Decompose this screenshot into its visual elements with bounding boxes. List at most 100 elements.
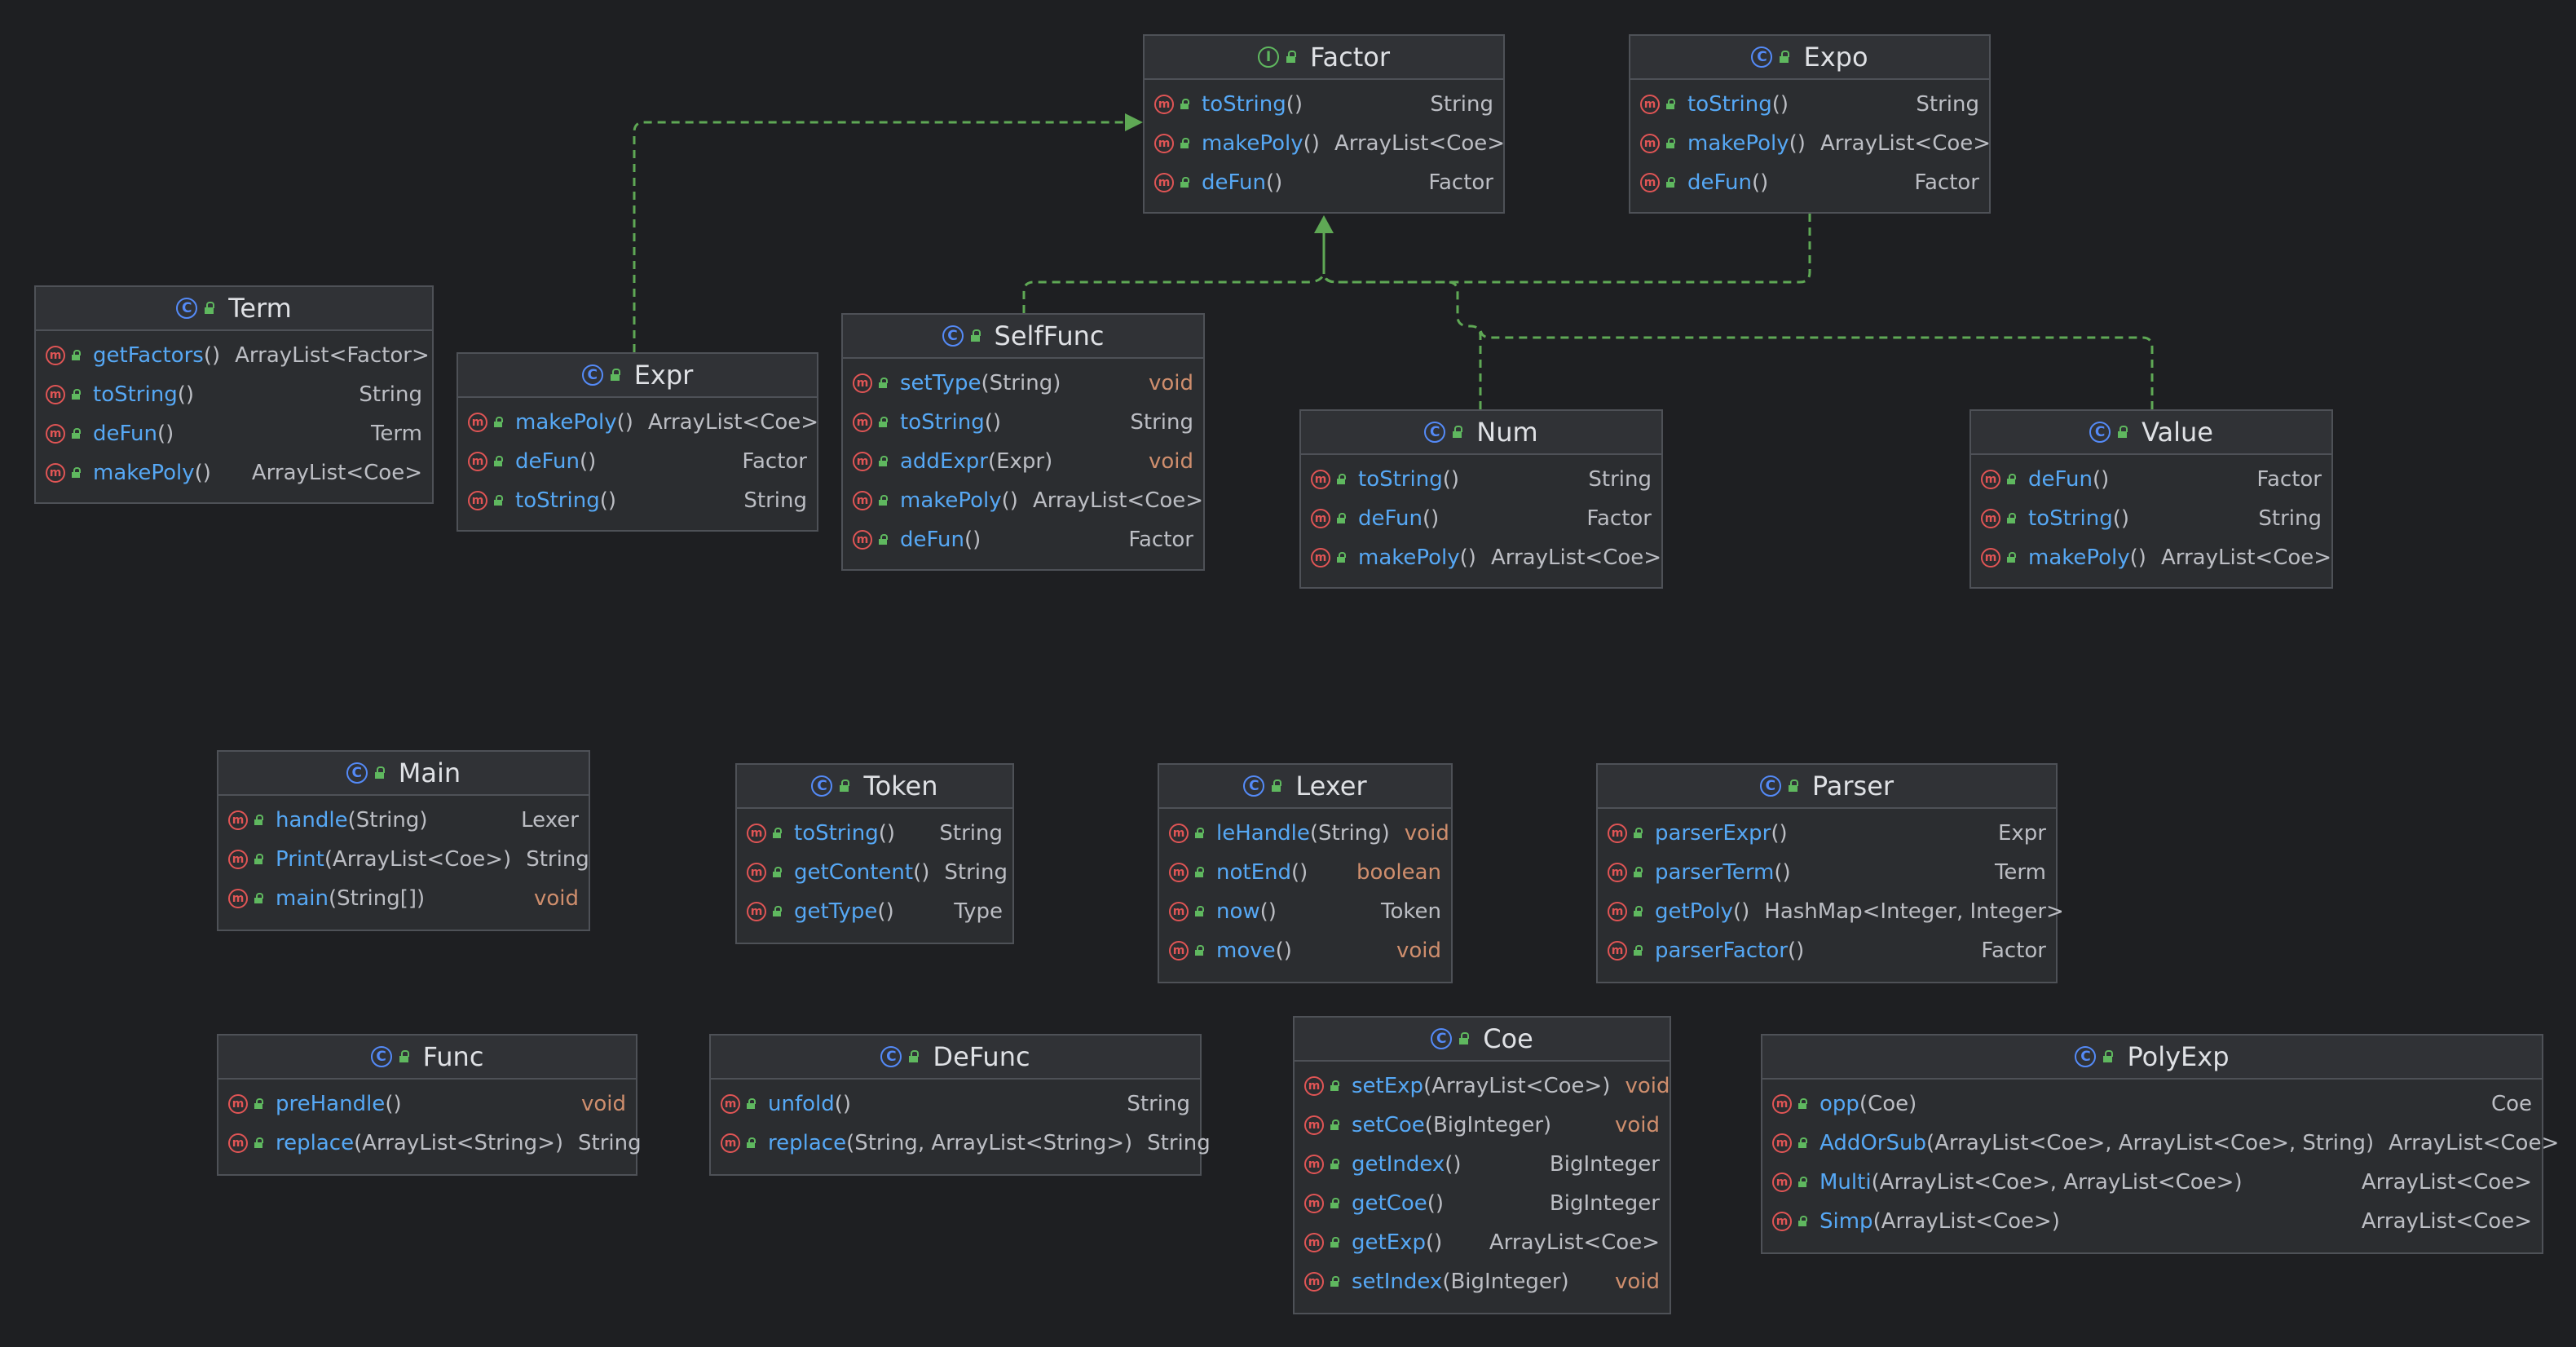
class-node-parser[interactable]: C Parser m parserExpr() Expr m parserTerm() Ter…: [1596, 763, 2064, 983]
class-node-poly-exp[interactable]: C PolyExp m opp (Coe) Coe m AddOrSub (ArrayList<…: [1761, 1034, 2559, 1254]
class-node-lexer[interactable]: C Lexer m leHandle (String) void m notEnd() bool…: [1158, 763, 1453, 983]
method-row[interactable]: m makePoly() ArrayList<Coe>: [843, 481, 1203, 520]
method-params: (String, ArrayList<String>): [846, 1131, 1133, 1155]
method-row[interactable]: m toString() String: [1630, 85, 1989, 124]
method-row[interactable]: m getPoly() HashMap<Integer, Integer>: [1598, 892, 2064, 931]
class-header: C SelfFunc: [843, 315, 1203, 359]
method-row[interactable]: m unfold() String: [711, 1084, 1200, 1124]
class-node-expo[interactable]: C Expo m toString() String m makePoly() ArrayLi…: [1629, 34, 1991, 214]
class-title: PolyExp: [2127, 1041, 2230, 1072]
method-row[interactable]: m toString() String: [737, 814, 1012, 853]
method-params: (): [1259, 899, 1277, 924]
method-row[interactable]: m addExpr (Expr) void: [843, 442, 1203, 481]
method-row[interactable]: m makePoly() ArrayList<Coe>: [1630, 124, 1991, 163]
method-row[interactable]: m move() void: [1159, 931, 1451, 970]
method-params: (): [1442, 467, 1459, 492]
public-lock-icon: [2115, 426, 2128, 439]
class-node-func[interactable]: C Func m preHandle() void m replace (ArrayList<…: [217, 1034, 642, 1176]
class-node-num[interactable]: C Num m toString() String m deFun() Factor m make…: [1299, 409, 1663, 589]
method-row[interactable]: m toString() String: [36, 375, 432, 414]
class-node-de-func[interactable]: C DeFunc m unfold() String m replace (String, A…: [709, 1034, 1211, 1176]
method-row[interactable]: m Print (ArrayList<Coe>) String: [218, 840, 589, 879]
class-node-expr[interactable]: C Expr m makePoly() ArrayList<Coe> m deFun() Fa…: [457, 352, 818, 532]
method-row[interactable]: m getFactors() ArrayList<Factor>: [36, 336, 432, 375]
method-return-type: void: [1614, 1270, 1660, 1294]
public-lock-icon: [877, 495, 889, 506]
method-icon: m: [1772, 1212, 1792, 1231]
public-lock-icon: [1179, 99, 1190, 110]
method-row[interactable]: m handle (String) Lexer: [218, 801, 589, 840]
method-icon: m: [468, 452, 487, 471]
method-row[interactable]: m deFun() Factor: [1971, 460, 2331, 499]
method-params: (String[]): [328, 886, 426, 911]
method-row[interactable]: m toString() String: [843, 403, 1203, 442]
method-row[interactable]: m Simp (ArrayList<Coe>) ArrayList<Coe>: [1762, 1202, 2542, 1241]
method-row[interactable]: m getIndex() BigInteger: [1295, 1145, 1670, 1184]
method-row[interactable]: m parserTerm() Term: [1598, 853, 2056, 892]
method-row[interactable]: m makePoly() ArrayList<Coe>: [1971, 538, 2331, 577]
method-row[interactable]: m replace (ArrayList<String>) String: [218, 1124, 642, 1163]
method-row[interactable]: m makePoly() ArrayList<Coe>: [1145, 124, 1505, 163]
method-row[interactable]: m toString() String: [1301, 460, 1661, 499]
method-row[interactable]: m toString() String: [458, 481, 817, 520]
method-row[interactable]: m deFun() Factor: [458, 442, 817, 481]
method-row[interactable]: m getCoe() BigInteger: [1295, 1184, 1670, 1223]
class-title: Parser: [1811, 771, 1895, 802]
class-node-self-func[interactable]: C SelfFunc m setType (String) void m toString()…: [841, 313, 1205, 571]
method-row[interactable]: m getContent() String: [737, 853, 1012, 892]
method-row[interactable]: m leHandle (String) void: [1159, 814, 1451, 853]
method-row[interactable]: m now() Token: [1159, 892, 1451, 931]
method-return-type: String: [743, 488, 807, 513]
method-row[interactable]: m AddOrSub (ArrayList<Coe>, ArrayList<Coe>…: [1762, 1124, 2559, 1163]
method-row[interactable]: m main (String[]) void: [218, 879, 589, 918]
public-lock-icon: [771, 906, 783, 917]
class-header: C Func: [218, 1036, 636, 1080]
method-row[interactable]: m replace (String, ArrayList<String>) Strin…: [711, 1124, 1211, 1163]
method-name: deFun: [93, 422, 157, 446]
method-row[interactable]: m getType() Type: [737, 892, 1012, 931]
public-lock-icon: [1179, 177, 1190, 188]
method-params: (String): [1309, 821, 1390, 846]
class-icon: C: [346, 762, 368, 784]
method-row[interactable]: m Multi (ArrayList<Coe>, ArrayList<Coe>) Ar…: [1762, 1163, 2542, 1202]
method-row[interactable]: m toString() String: [1145, 85, 1503, 124]
method-row[interactable]: m makePoly() ArrayList<Coe>: [36, 453, 432, 492]
method-params: (): [913, 860, 930, 885]
method-row[interactable]: m makePoly() ArrayList<Coe>: [1301, 538, 1661, 577]
class-icon: C: [942, 325, 964, 347]
method-row[interactable]: m notEnd() boolean: [1159, 853, 1451, 892]
method-row[interactable]: m setCoe (BigInteger) void: [1295, 1106, 1670, 1145]
method-return-type: String: [526, 847, 589, 872]
method-row[interactable]: m deFun() Factor: [1630, 163, 1989, 202]
method-icon: m: [721, 1133, 740, 1153]
method-name: Print: [276, 847, 324, 872]
method-row[interactable]: m deFun() Term: [36, 414, 432, 453]
method-row[interactable]: m getExp() ArrayList<Coe>: [1295, 1223, 1670, 1262]
public-lock-icon: [1269, 779, 1282, 793]
method-row[interactable]: m deFun() Factor: [1145, 163, 1503, 202]
public-lock-icon: [1786, 779, 1799, 793]
class-node-main[interactable]: C Main m handle (String) Lexer m Print (ArrayLis…: [217, 750, 590, 931]
method-name: deFun: [1687, 170, 1752, 195]
method-row[interactable]: m deFun() Factor: [1301, 499, 1661, 538]
class-node-factor[interactable]: I Factor m toString() String m makePoly() Array…: [1143, 34, 1505, 214]
method-icon: m: [747, 902, 766, 921]
class-node-term[interactable]: C Term m getFactors() ArrayList<Factor> m toSt…: [34, 285, 434, 504]
method-row[interactable]: m toString() String: [1971, 499, 2331, 538]
method-row[interactable]: m preHandle() void: [218, 1084, 636, 1124]
method-row[interactable]: m makePoly() ArrayList<Coe>: [458, 403, 818, 442]
class-node-value[interactable]: C Value m deFun() Factor m toString() String m ma…: [1969, 409, 2333, 589]
method-params: (String): [347, 808, 428, 832]
method-row[interactable]: m setIndex (BigInteger) void: [1295, 1262, 1670, 1301]
method-row[interactable]: m parserFactor() Factor: [1598, 931, 2056, 970]
class-header: C PolyExp: [1762, 1036, 2542, 1080]
method-row[interactable]: m parserExpr() Expr: [1598, 814, 2056, 853]
method-return-type: ArrayList<Coe>: [1489, 1230, 1660, 1255]
method-return-type: ArrayList<Coe>: [1032, 488, 1204, 513]
method-row[interactable]: m setExp (ArrayList<Coe>) void: [1295, 1067, 1670, 1106]
class-node-coe[interactable]: C Coe m setExp (ArrayList<Coe>) void m setCoe (B…: [1293, 1016, 1671, 1314]
method-row[interactable]: m deFun() Factor: [843, 520, 1203, 559]
method-row[interactable]: m opp (Coe) Coe: [1762, 1084, 2542, 1124]
method-row[interactable]: m setType (String) void: [843, 364, 1203, 403]
class-node-token[interactable]: C Token m toString() String m getContent() Stri…: [735, 763, 1014, 944]
